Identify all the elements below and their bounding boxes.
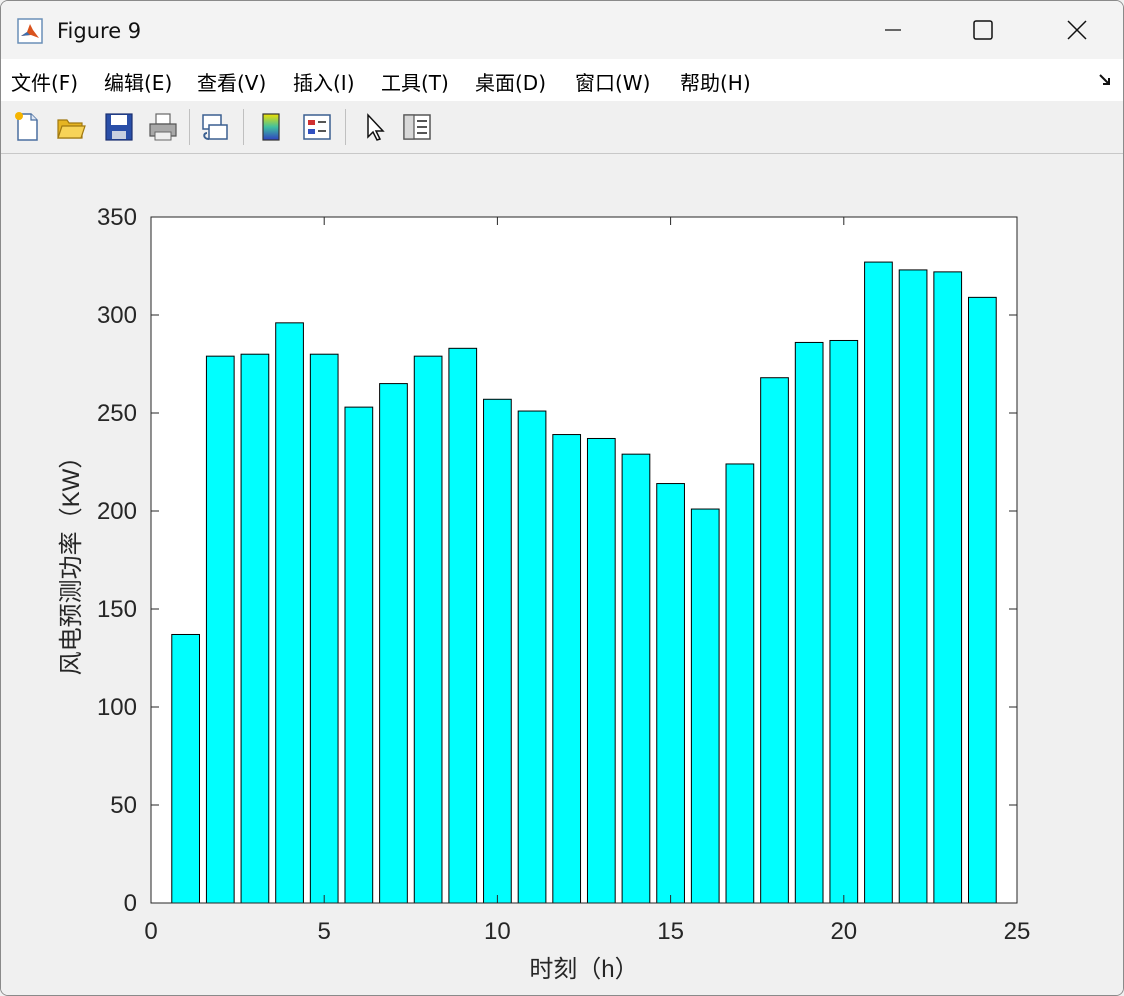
- save-icon[interactable]: [103, 111, 135, 143]
- open-file-icon[interactable]: [55, 111, 87, 143]
- new-figure-icon[interactable]: [11, 111, 43, 143]
- bar-20: [829, 339, 859, 904]
- y-axis-label: 风电预测功率（KW）: [58, 445, 85, 676]
- bar-3: [240, 353, 270, 904]
- bar-8: [413, 355, 443, 904]
- y-tick-label: 0: [124, 890, 137, 917]
- bar-1: [171, 633, 200, 904]
- menu-window[interactable]: 窗口(W): [575, 67, 650, 96]
- bar-14: [621, 453, 651, 904]
- x-tick-label: 5: [318, 918, 331, 945]
- toolbar-separator: [345, 109, 346, 145]
- x-tick-label: 25: [1004, 918, 1031, 945]
- bar-13: [586, 437, 616, 904]
- maximize-icon: [973, 20, 993, 40]
- window-title: Figure 9: [57, 19, 142, 43]
- link-plot-icon[interactable]: [199, 111, 231, 143]
- bar-10: [483, 398, 512, 904]
- menu-help[interactable]: 帮助(H): [680, 67, 751, 96]
- bar-12: [552, 434, 582, 904]
- colorbar-icon[interactable]: [255, 111, 287, 143]
- title-bar: Figure 9: [1, 1, 1123, 59]
- bar-11: [517, 410, 547, 904]
- bar-17: [725, 463, 755, 904]
- figure-canvas: 0 5 10 15 20 25 0 50 100 150 200 250 300 350 时刻（h） 风电…: [1, 154, 1123, 995]
- figure-window: Figure 9 文件(F) 编辑(E) 查看(V) 插入(I) 工具(T) 桌…: [0, 0, 1124, 996]
- menu-desktop[interactable]: 桌面(D): [475, 67, 546, 96]
- menu-insert[interactable]: 插入(I): [293, 67, 355, 96]
- bar-16: [690, 508, 720, 904]
- x-tick-label: 10: [484, 918, 511, 945]
- y-tick-label: 250: [97, 400, 137, 427]
- bar-21: [864, 261, 893, 904]
- print-icon[interactable]: [147, 111, 179, 143]
- y-tick-label: 350: [97, 204, 137, 231]
- minimize-button[interactable]: [847, 1, 939, 59]
- bar-24: [968, 296, 997, 904]
- x-tick-label: 0: [144, 918, 157, 945]
- y-tick-label: 150: [97, 596, 137, 623]
- bar-6: [344, 406, 374, 904]
- matlab-logo-icon: [17, 18, 43, 44]
- bar-18: [760, 377, 789, 904]
- bar-chart: 0 5 10 15 20 25050100150200250300350 时刻（h） 风电…: [58, 204, 1031, 983]
- close-button[interactable]: [1031, 1, 1123, 59]
- bar-22: [898, 269, 928, 904]
- menu-bar: 文件(F) 编辑(E) 查看(V) 插入(I) 工具(T) 桌面(D) 窗口(W…: [1, 59, 1123, 101]
- dock-arrow-icon[interactable]: [1097, 71, 1113, 87]
- x-tick-label: 15: [657, 918, 684, 945]
- bar-5: [309, 353, 339, 904]
- bar-23: [933, 271, 963, 904]
- y-tick-label: 50: [110, 792, 137, 819]
- y-tick-label: 100: [97, 694, 137, 721]
- toolbar: [1, 101, 1123, 154]
- close-icon: [1067, 20, 1087, 40]
- x-tick-label: 20: [830, 918, 857, 945]
- toolbar-separator: [189, 109, 190, 145]
- menu-edit[interactable]: 编辑(E): [104, 67, 172, 96]
- bar-19: [794, 341, 824, 904]
- pointer-icon[interactable]: [359, 111, 391, 143]
- y-tick-label: 200: [97, 498, 137, 525]
- y-tick-label: 300: [97, 302, 137, 329]
- menu-view[interactable]: 查看(V): [197, 67, 266, 96]
- menu-tools[interactable]: 工具(T): [381, 67, 449, 96]
- minimize-icon: [885, 29, 901, 31]
- property-inspector-icon[interactable]: [401, 111, 433, 143]
- bar-2: [205, 355, 235, 904]
- x-axis-label: 时刻（h）: [529, 956, 638, 983]
- bar-4: [275, 322, 304, 904]
- toolbar-separator: [243, 109, 244, 145]
- maximize-button[interactable]: [937, 1, 1029, 59]
- bar-9: [448, 347, 478, 904]
- legend-icon[interactable]: [301, 111, 333, 143]
- bar-15: [656, 483, 685, 904]
- bar-7: [379, 383, 408, 904]
- menu-file[interactable]: 文件(F): [11, 67, 78, 96]
